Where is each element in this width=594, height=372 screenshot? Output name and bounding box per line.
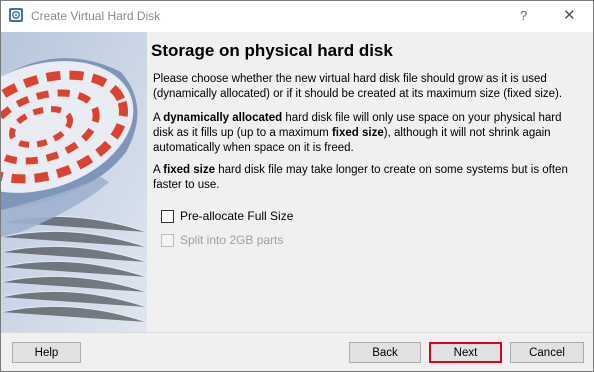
bold-term: fixed size <box>163 164 216 176</box>
close-icon[interactable]: ✕ <box>563 6 576 24</box>
page-title: Storage on physical hard disk <box>151 41 393 60</box>
hard-disk-illustration <box>1 32 147 332</box>
cancel-button[interactable]: Cancel <box>510 342 584 363</box>
virtualbox-app-icon <box>8 7 24 23</box>
window-title: Create Virtual Hard Disk <box>31 9 161 23</box>
preallocate-label[interactable]: Pre-allocate Full Size <box>180 209 293 223</box>
preallocate-checkbox[interactable] <box>161 209 174 223</box>
button-bar-divider <box>1 332 593 333</box>
split-option: Split into 2GB parts <box>161 233 283 247</box>
title-bar: Create Virtual Hard Disk ? ✕ <box>1 1 593 32</box>
wizard-page: Storage on physical hard disk Please cho… <box>147 32 593 332</box>
create-virtual-hard-disk-dialog: Create Virtual Hard Disk ? ✕ Storage on … <box>0 0 594 372</box>
text-fragment: A <box>153 164 164 176</box>
split-label: Split into 2GB parts <box>180 233 284 247</box>
intro-paragraph: Please choose whether the new virtual ha… <box>153 73 563 100</box>
back-button[interactable]: Back <box>349 342 421 363</box>
bold-term: fixed size <box>331 127 384 139</box>
dynamic-allocation-paragraph: A dynamically allocated hard disk file w… <box>153 111 583 156</box>
fixed-size-paragraph: A fixed size hard disk file may take lon… <box>153 163 583 193</box>
help-button[interactable]: Help <box>12 342 81 363</box>
bold-term: dynamically allocated <box>163 112 283 124</box>
split-checkbox <box>161 233 174 247</box>
text-fragment: A <box>153 112 164 124</box>
help-icon[interactable]: ? <box>520 8 527 23</box>
preallocate-option[interactable]: Pre-allocate Full Size <box>161 209 293 223</box>
next-button[interactable]: Next <box>429 342 502 363</box>
text-fragment: hard disk file may take longer to create… <box>153 164 568 191</box>
